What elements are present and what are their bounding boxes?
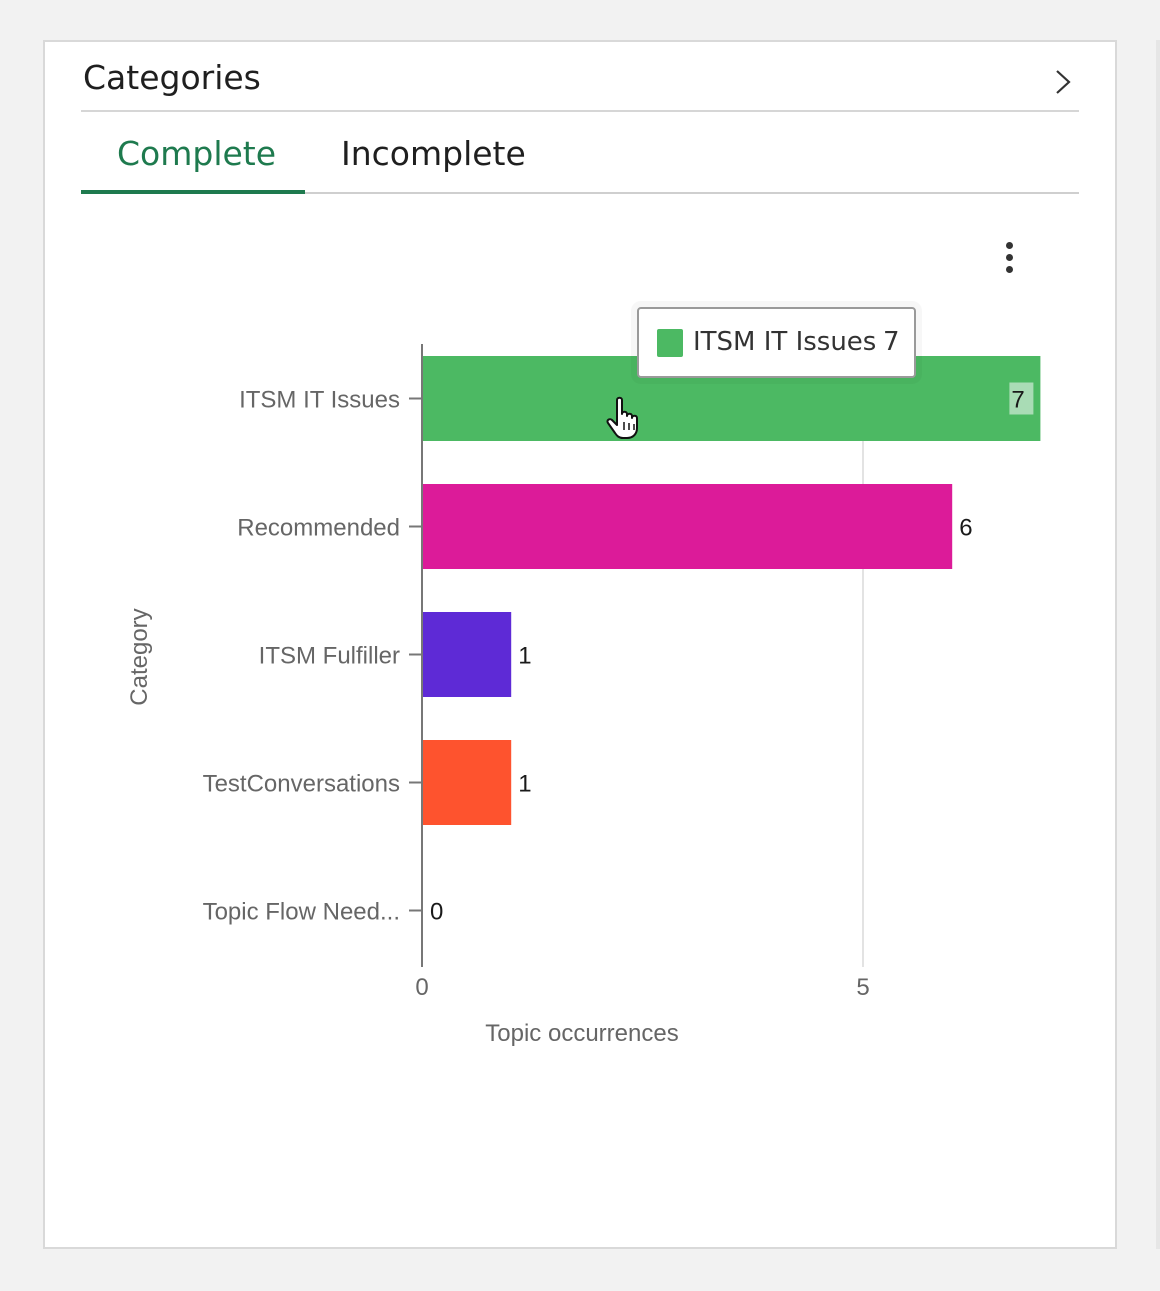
tooltip-swatch xyxy=(657,329,683,357)
y-tick-label: Recommended xyxy=(237,515,400,542)
data-label: 0 xyxy=(430,899,443,926)
data-label: 7 xyxy=(1011,387,1024,414)
hand-cursor-icon xyxy=(606,396,638,439)
categories-card: Categories Complete Incomplete 0 5 ITSM IT… xyxy=(43,40,1117,1249)
tooltip-value: 7 xyxy=(883,327,900,357)
y-tick-label: ITSM IT Issues xyxy=(239,387,400,414)
bar-chart: 0 5 ITSM IT Issues 7 Recommended 6 ITSM Fulfil… xyxy=(126,342,1041,1047)
chart-tooltip: ITSM IT Issues 7 xyxy=(637,307,916,378)
y-axis-title: Category xyxy=(126,608,153,705)
y-tick-label: TestConversations xyxy=(203,771,400,798)
data-label: 1 xyxy=(518,643,531,670)
bar xyxy=(423,612,512,697)
x-tick-label: 0 xyxy=(415,974,428,1001)
data-label: 6 xyxy=(959,515,972,542)
bar xyxy=(423,484,953,569)
y-tick-label: ITSM Fulfiller xyxy=(259,643,400,670)
bar xyxy=(423,740,512,825)
x-tick-label: 5 xyxy=(856,974,869,1001)
adjacent-panel-edge xyxy=(1156,40,1160,1249)
data-label: 1 xyxy=(518,771,531,798)
x-axis-title: Topic occurrences xyxy=(485,1020,678,1047)
tooltip-label: ITSM IT Issues xyxy=(693,327,877,357)
y-tick-label: Topic Flow Need... xyxy=(203,899,400,926)
